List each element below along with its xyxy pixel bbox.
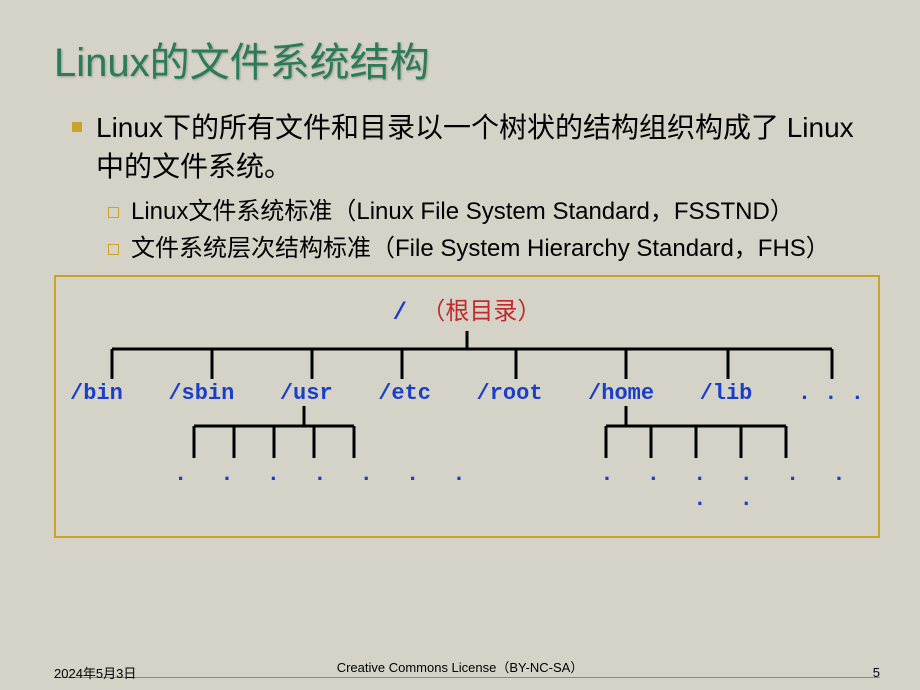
tree-dir: /root	[477, 381, 543, 406]
footer-license: Creative Commons License（BY-NC-SA）	[0, 657, 920, 676]
bullet-outline-icon	[108, 207, 119, 218]
tree-dir: /usr	[280, 381, 333, 406]
footer-date: 2024年5月3日	[54, 663, 136, 682]
sub-bullet-text: 文件系统层次结构标准（File System Hierarchy Standar…	[131, 233, 830, 265]
sub-bullet-list: Linux文件系统标准（Linux File System Standard，F…	[0, 186, 920, 265]
tree-sub-wrap: . . . . . . . . . . . . . . .	[64, 406, 870, 506]
filesystem-tree-diagram: / （根目录） /bin /sbin /usr /etc /root /home…	[54, 275, 880, 538]
tree-dir: /sbin	[168, 381, 234, 406]
tree-dir-row: /bin /sbin /usr /etc /root /home /lib . …	[64, 381, 870, 406]
sub-bullet: Linux文件系统标准（Linux File System Standard，F…	[108, 196, 920, 228]
main-bullet-text: Linux下的所有文件和目录以一个树状的结构组织构成了 Linux 中的文件系统…	[96, 108, 856, 186]
tree-connector-lines	[72, 331, 862, 381]
footer-page-number: 5	[873, 665, 880, 680]
tree-dir: /home	[588, 381, 654, 406]
tree-sub-dots: . . . . . . . .	[586, 462, 870, 512]
tree-root: / （根目录）	[64, 291, 870, 327]
tree-sub-left: . . . . . . .	[174, 406, 476, 487]
sub-bullet: 文件系统层次结构标准（File System Hierarchy Standar…	[108, 233, 920, 265]
bullet-icon	[72, 122, 82, 132]
tree-dir: /lib	[700, 381, 753, 406]
main-bullet: Linux下的所有文件和目录以一个树状的结构组织构成了 Linux 中的文件系统…	[0, 88, 920, 186]
slide-title: Linux的文件系统结构	[0, 0, 920, 88]
tree-dir: /bin	[70, 381, 123, 406]
root-label: （根目录）	[421, 300, 541, 327]
tree-dir: /etc	[378, 381, 431, 406]
slide-footer: Creative Commons License（BY-NC-SA） 2024年…	[0, 663, 920, 682]
tree-sub-right: . . . . . . . .	[586, 406, 870, 512]
root-symbol: /	[393, 300, 407, 327]
footer-rule	[54, 677, 880, 678]
tree-sub-dots: . . . . . . .	[174, 462, 476, 487]
sub-bullet-text: Linux文件系统标准（Linux File System Standard，F…	[131, 196, 794, 228]
tree-sub-connector	[586, 406, 806, 462]
bullet-outline-icon	[108, 244, 119, 255]
tree-dir: . . .	[798, 381, 864, 406]
tree-sub-connector	[174, 406, 374, 462]
